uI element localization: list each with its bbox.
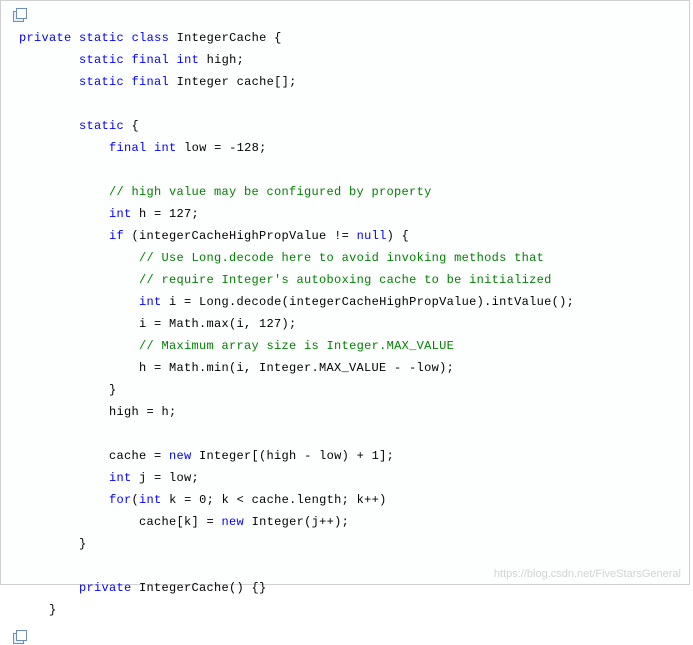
source-code[interactable]: private static class IntegerCache { stat… <box>11 23 689 625</box>
keyword-token: new <box>169 449 192 463</box>
keyword-token: final <box>132 53 170 67</box>
keyword-token: for <box>109 493 132 507</box>
keyword-token: int <box>139 295 162 309</box>
code-block-container: private static class IntegerCache { stat… <box>0 0 690 585</box>
keyword-token: static <box>79 31 124 45</box>
keyword-token: if <box>109 229 124 243</box>
keyword-token: null <box>357 229 387 243</box>
toolbar-top <box>11 7 689 23</box>
toolbar-bottom <box>11 629 689 645</box>
comment-token: // Maximum array size is Integer.MAX_VAL… <box>139 339 454 353</box>
copy-icon[interactable] <box>13 9 27 21</box>
keyword-token: class <box>132 31 170 45</box>
keyword-token: int <box>109 207 132 221</box>
keyword-token: static <box>79 75 124 89</box>
watermark-text: https://blog.csdn.net/FiveStarsGeneral <box>494 568 681 580</box>
keyword-token: static <box>79 53 124 67</box>
keyword-token: int <box>109 471 132 485</box>
keyword-token: int <box>177 53 200 67</box>
keyword-token: final <box>132 75 170 89</box>
keyword-token: int <box>154 141 177 155</box>
keyword-token: new <box>222 515 245 529</box>
comment-token: // require Integer's autoboxing cache to… <box>139 273 552 287</box>
keyword-token: private <box>79 581 132 595</box>
keyword-token: int <box>139 493 162 507</box>
keyword-token: private <box>19 31 72 45</box>
comment-token: // Use Long.decode here to avoid invokin… <box>139 251 544 265</box>
copy-icon[interactable] <box>13 631 27 643</box>
comment-token: // high value may be configured by prope… <box>109 185 432 199</box>
keyword-token: static <box>79 119 124 133</box>
keyword-token: final <box>109 141 147 155</box>
